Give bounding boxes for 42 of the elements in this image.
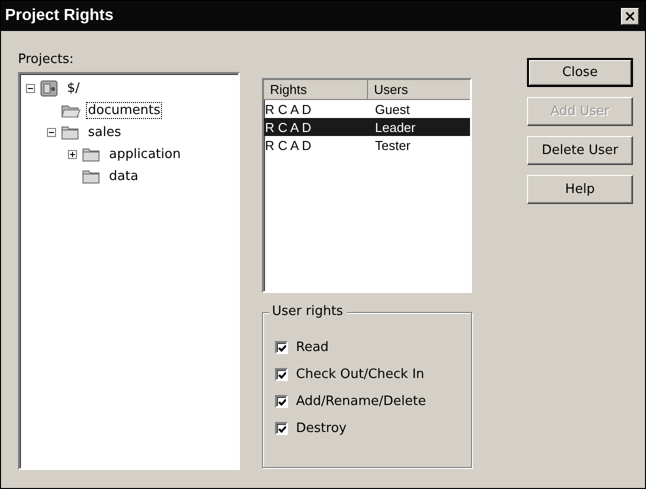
dialog-button[interactable]: Delete User xyxy=(527,136,633,165)
list-row[interactable]: R C A D Guest xyxy=(264,100,470,118)
user-cell: Leader xyxy=(375,120,416,134)
folder-icon xyxy=(61,124,81,140)
column-header[interactable]: Users xyxy=(368,80,408,99)
group-label: User rights xyxy=(269,304,348,319)
expand-icon[interactable] xyxy=(68,150,77,158)
rights-cell-text: R C A D xyxy=(264,102,312,116)
folder-icon xyxy=(82,146,102,162)
checkmark-icon xyxy=(277,396,286,406)
checkmark-icon xyxy=(277,342,286,352)
user-cell: Guest xyxy=(375,102,410,116)
close-button[interactable]: × xyxy=(621,8,639,24)
checkbox-label[interactable]: Read xyxy=(296,340,329,355)
collapse-icon[interactable] xyxy=(26,84,35,92)
list-row[interactable]: R C A D Leader xyxy=(264,118,470,136)
list-row[interactable]: R C A D Tester xyxy=(264,136,470,154)
tree-item[interactable]: data xyxy=(107,168,140,184)
dialog-button[interactable]: Help xyxy=(527,175,633,204)
checkmark-icon xyxy=(277,370,286,380)
checkbox-label[interactable]: Check Out/Check In xyxy=(296,367,424,382)
tree-item[interactable]: $/ xyxy=(65,80,82,96)
tree-item[interactable]: sales xyxy=(86,124,124,140)
tree-item[interactable]: documents xyxy=(86,102,162,118)
checkbox[interactable] xyxy=(275,395,288,408)
window-title: Project Rights xyxy=(5,7,114,25)
dialog-button[interactable]: Close xyxy=(527,58,633,87)
checkbox-label[interactable]: Add/Rename/Delete xyxy=(296,394,426,409)
tree-item[interactable]: application xyxy=(107,146,183,162)
collapse-icon[interactable] xyxy=(47,128,56,136)
projects-label: Projects: xyxy=(18,52,75,67)
user-cell: Tester xyxy=(375,138,410,152)
safe-icon xyxy=(40,80,60,96)
rights-cell-text: R C A D xyxy=(264,138,312,152)
checkbox-label[interactable]: Destroy xyxy=(296,421,347,436)
checkbox[interactable] xyxy=(275,341,288,354)
column-header[interactable]: Rights xyxy=(264,80,368,99)
checkmark-icon xyxy=(277,424,286,434)
checkbox[interactable] xyxy=(275,422,288,435)
rights-cell-text: R C A D xyxy=(264,120,312,134)
folder-icon xyxy=(82,168,102,184)
checkbox[interactable] xyxy=(275,368,288,381)
